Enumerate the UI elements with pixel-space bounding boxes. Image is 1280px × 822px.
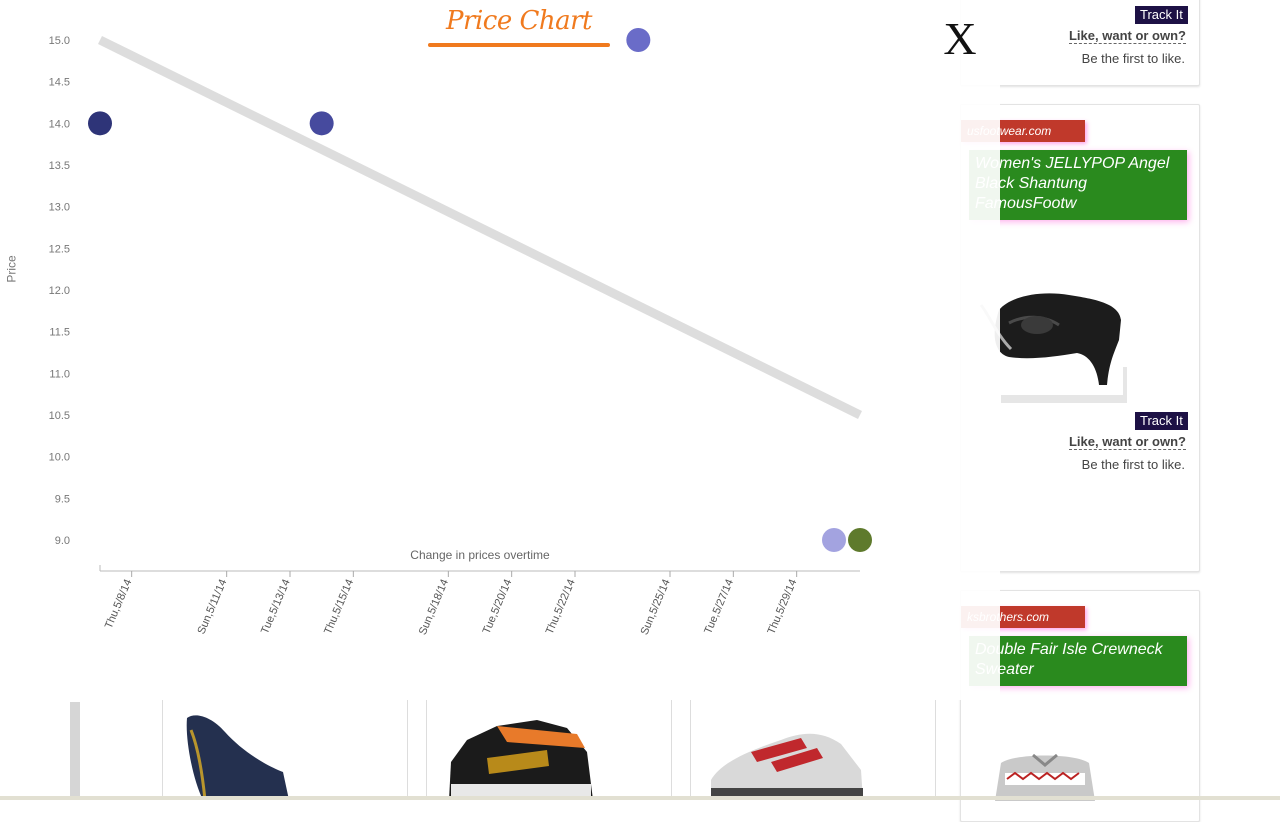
y-tick-label: 9.5	[55, 493, 70, 505]
price-trend-line	[98, 35, 862, 420]
x-tick-label: Sun,5/11/14	[196, 577, 230, 636]
price-point[interactable]	[309, 111, 334, 136]
image-shadow-side	[1123, 367, 1127, 403]
x-tick-label: Tue,5/27/14	[702, 577, 736, 635]
navy-pump-image	[186, 715, 289, 800]
like-want-own-link[interactable]: Like, want or own?	[1068, 434, 1186, 450]
price-point[interactable]	[848, 528, 872, 552]
bottom-product-2[interactable]	[426, 700, 672, 800]
x-tick-label: Thu,5/22/14	[544, 577, 578, 636]
x-tick-label: Thu,5/15/14	[322, 577, 356, 636]
running-shoe-image	[711, 733, 863, 800]
y-tick-label: 15.0	[49, 35, 70, 47]
price-point[interactable]	[626, 28, 651, 52]
first-to-like-text: Be the first to like.	[1081, 457, 1185, 472]
image-shadow	[1001, 395, 1127, 403]
y-tick-label: 10.0	[49, 452, 70, 464]
y-tick-label: 14.0	[49, 118, 70, 130]
like-want-own-link[interactable]: Like, want or own?	[1068, 28, 1186, 44]
bottom-product-3[interactable]	[690, 700, 936, 800]
x-tick-label: Tue,5/20/14	[481, 577, 515, 635]
bottom-product-1[interactable]	[162, 700, 408, 800]
x-tick-label: Thu,5/29/14	[765, 577, 799, 636]
y-tick-label: 11.0	[49, 368, 70, 380]
y-tick-label: 12.0	[49, 285, 70, 297]
y-tick-label: 10.5	[49, 410, 70, 422]
first-to-like-text: Be the first to like.	[1081, 51, 1185, 66]
y-tick-label: 13.5	[49, 160, 70, 172]
x-tick-label: Sun,5/18/14	[417, 577, 451, 636]
hightop-sneaker-image	[449, 720, 593, 800]
x-tick-label: Sun,5/25/14	[639, 577, 673, 636]
x-tick-label: Thu,5/8/14	[103, 577, 135, 630]
price-point[interactable]	[88, 111, 112, 136]
y-axis-label: Price	[4, 255, 19, 283]
y-tick-label: 9.0	[55, 535, 70, 547]
track-it-button[interactable]: Track It	[1135, 412, 1188, 430]
price-point[interactable]	[822, 528, 846, 552]
chart-title: Price Chart	[446, 6, 592, 36]
bottom-left-shadow	[70, 702, 80, 800]
bottom-border	[0, 796, 1280, 800]
sweater-image[interactable]	[975, 751, 1115, 801]
x-tick-label: Tue,5/13/14	[259, 577, 293, 635]
price-chart-overlay: 15.0 14.5 14.0 13.5 13.0 12.5 12.0 11.5 11.0 10.5…	[0, 0, 1000, 700]
y-tick-label: 11.5	[49, 327, 70, 339]
product-title[interactable]: Women's JELLYPOP Angel Black Shantung Fa…	[969, 150, 1187, 220]
track-it-button[interactable]: Track It	[1135, 6, 1188, 24]
y-tick-label: 14.5	[49, 77, 70, 89]
title-underline	[428, 43, 610, 47]
close-button[interactable]: X	[936, 14, 984, 64]
y-tick-label: 12.5	[49, 243, 70, 255]
y-tick-label: 13.0	[49, 202, 70, 214]
price-chart: 15.0 14.5 14.0 13.5 13.0 12.5 12.0 11.5 11.0 10.5…	[49, 28, 872, 637]
x-axis-label: Change in prices overtime	[410, 548, 550, 562]
product-title[interactable]: Double Fair Isle Crewneck Sweater	[969, 636, 1187, 686]
